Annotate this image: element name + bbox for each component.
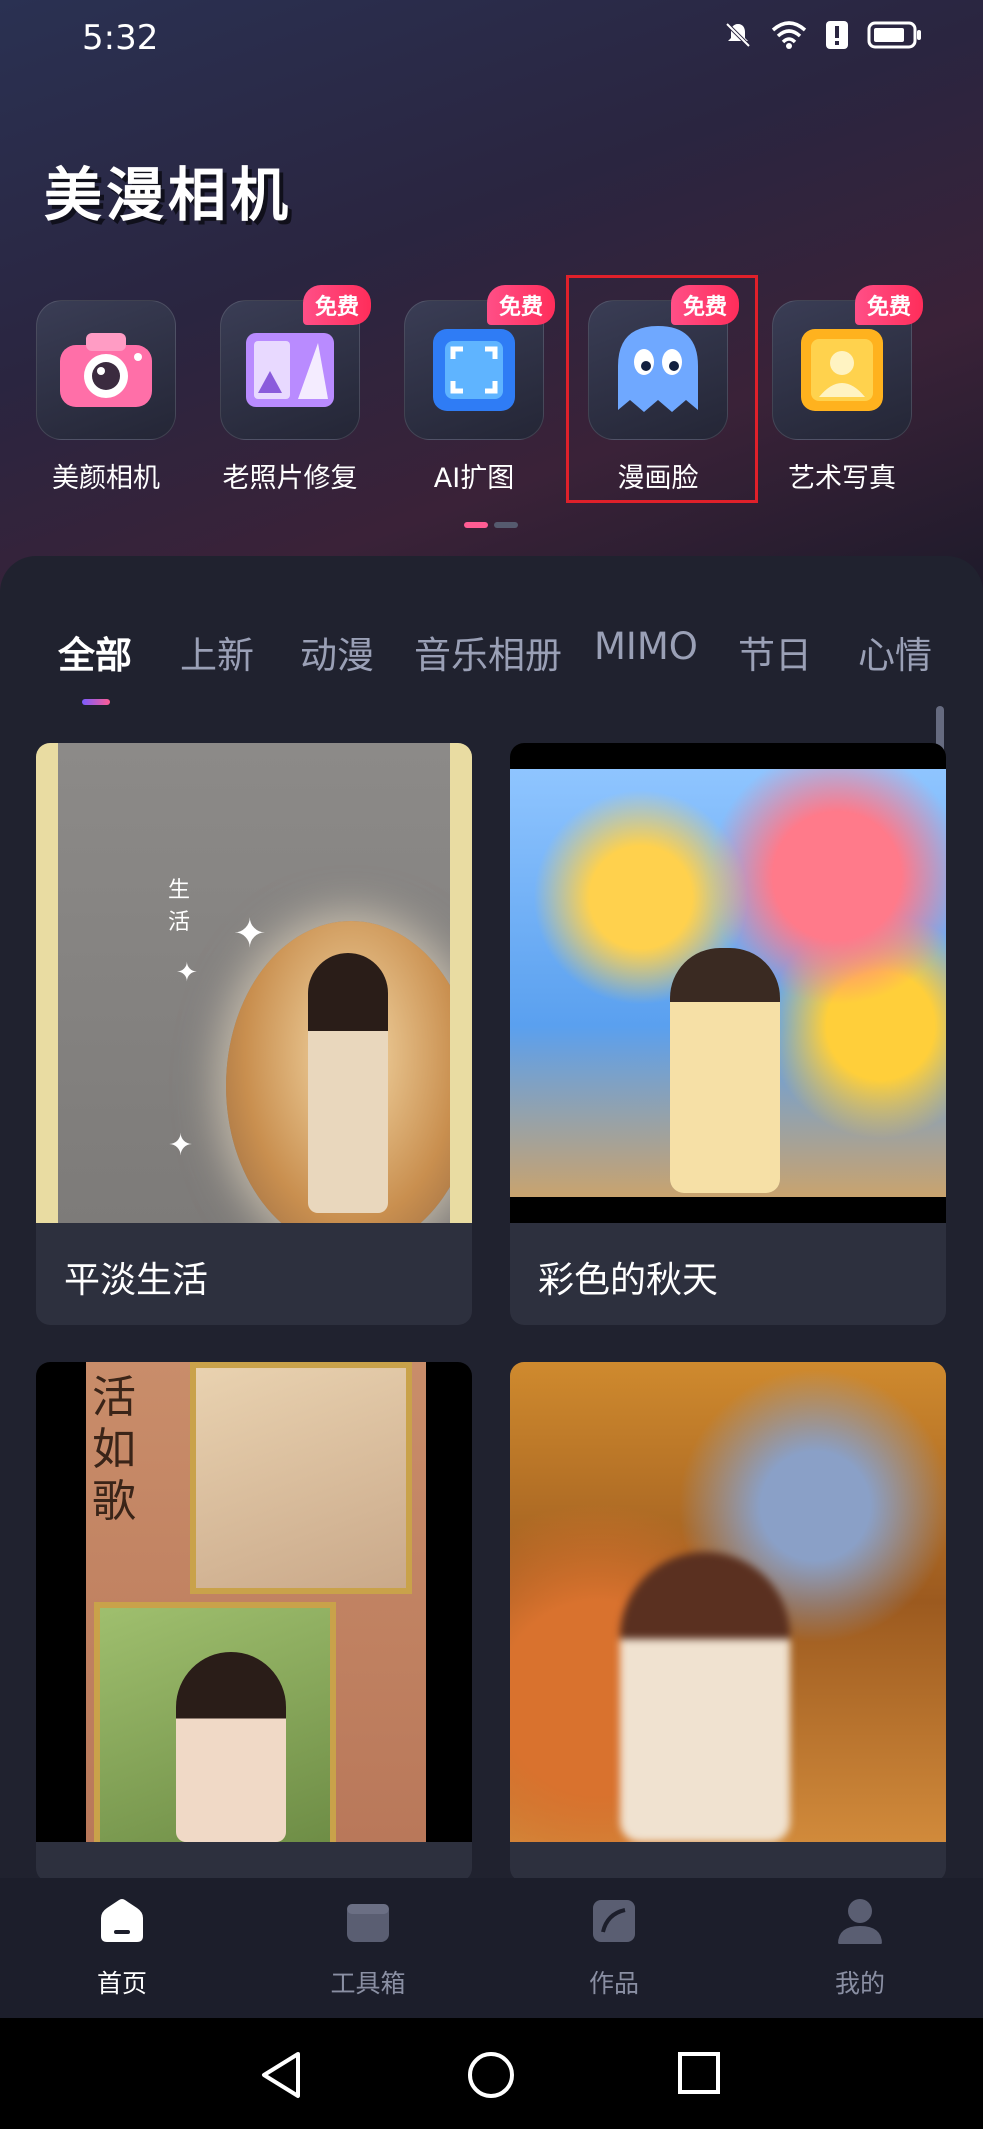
tab-festival[interactable]: 节日 (738, 625, 812, 679)
status-time: 5:32 (82, 18, 159, 58)
portrait-icon (801, 329, 883, 411)
photo-frame (190, 1362, 412, 1594)
tool-label: AI扩图 (433, 463, 515, 494)
nav-profile[interactable]: 我的 (780, 1896, 940, 2000)
tool-icon-box: 免费 (220, 285, 371, 440)
nav-works[interactable]: 作品 (534, 1896, 694, 2000)
status-icons (723, 20, 923, 50)
person-figure (176, 1652, 286, 1842)
sparkle-icon: ✦ (233, 911, 267, 957)
card-overlay-text: 生活 (168, 878, 191, 935)
card-thumbnail (510, 1362, 946, 1842)
system-nav-bar (0, 2018, 983, 2129)
tab-mood[interactable]: 心情 (858, 625, 932, 679)
recents-icon[interactable] (676, 2050, 722, 2096)
expand-icon (433, 329, 515, 411)
free-badge: 免费 (854, 285, 923, 325)
wifi-icon (771, 21, 807, 49)
card-overlay-text: 活如歌 (92, 1372, 136, 1527)
bottom-nav: 首页 工具箱 作品 我的 (0, 1878, 983, 2018)
tool-icon-box: 免费 (404, 285, 555, 440)
card-thumbnail: 活如歌 (36, 1362, 472, 1842)
person-figure (620, 1552, 790, 1842)
nav-label: 工具箱 (330, 1969, 406, 1998)
person-figure (670, 948, 780, 1193)
sparkle-icon: ✦ (168, 1128, 194, 1163)
works-icon (593, 1900, 635, 1942)
template-card[interactable] (510, 1362, 946, 1882)
card-thumbnail (510, 743, 946, 1223)
person-figure (308, 953, 388, 1213)
page-dot (494, 522, 518, 528)
template-card[interactable]: 彩色的秋天 (510, 743, 946, 1325)
page-indicator (464, 522, 518, 528)
tool-art-portrait[interactable]: 免费 艺术写真 (772, 285, 923, 495)
mute-icon (725, 22, 751, 48)
tab-new[interactable]: 上新 (180, 625, 254, 679)
nav-label: 我的 (834, 1969, 885, 1998)
selection-highlight (566, 275, 758, 503)
tool-label: 艺术写真 (788, 463, 896, 494)
tab-music-album[interactable]: 音乐相册 (414, 625, 562, 679)
tool-icon-box (36, 300, 176, 440)
card-title: 平淡生活 (64, 1260, 209, 1301)
alert-icon (826, 21, 848, 49)
tab-all[interactable]: 全部 (58, 625, 132, 679)
nav-home[interactable]: 首页 (42, 1896, 202, 2000)
tool-row: 美颜相机 免费 老照片修复 免费 AI扩图 免费 漫画脸 免费 艺术写真 (0, 280, 983, 510)
free-badge: 免费 (486, 285, 555, 325)
tool-icon-box: 免费 (772, 285, 923, 440)
card-title: 彩色的秋天 (538, 1260, 719, 1301)
category-tabs: 全部 上新 动漫 音乐相册 MIMO 节日 心情 (0, 625, 983, 705)
template-card[interactable]: 生活 ✦ ✦ ✦ 平淡生活 (36, 743, 472, 1325)
tab-mimo[interactable]: MIMO (594, 625, 698, 668)
app-title: 美漫相机 (44, 161, 293, 229)
home-icon (101, 1899, 143, 1942)
tab-indicator (82, 699, 110, 705)
tool-ai-expand[interactable]: 免费 AI扩图 (404, 285, 555, 495)
back-icon[interactable] (258, 2050, 304, 2100)
sparkle-icon: ✦ (176, 958, 198, 988)
card-thumbnail: 生活 ✦ ✦ ✦ (36, 743, 472, 1223)
toolbox-icon (347, 1904, 389, 1942)
nav-toolbox[interactable]: 工具箱 (288, 1896, 448, 2000)
battery-icon (867, 21, 921, 49)
page-dot-active (464, 522, 488, 528)
tool-beauty-camera[interactable]: 美颜相机 (36, 300, 176, 495)
free-badge: 免费 (302, 285, 371, 325)
tool-label: 美颜相机 (52, 463, 160, 494)
home-circle-icon[interactable] (466, 2050, 516, 2100)
photo-restore-icon (246, 333, 334, 407)
tab-anime[interactable]: 动漫 (300, 625, 374, 679)
status-bar: 5:32 (0, 0, 983, 78)
tool-label: 老照片修复 (222, 463, 358, 494)
template-card[interactable]: 活如歌 (36, 1362, 472, 1882)
camera-icon (60, 333, 152, 407)
profile-icon (838, 1899, 882, 1944)
nav-label: 作品 (588, 1969, 639, 1998)
nav-label: 首页 (96, 1969, 147, 1998)
tool-old-photo-restore[interactable]: 免费 老照片修复 (220, 285, 371, 495)
